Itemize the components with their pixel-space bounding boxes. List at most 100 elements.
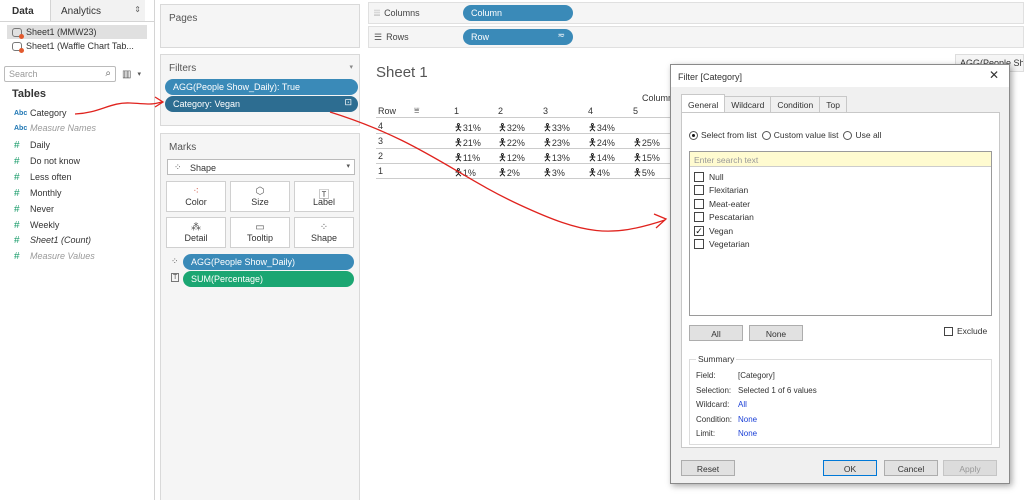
sort-icon[interactable]: ⩸ [414, 105, 419, 116]
marks-card: Marks ⁘ Shape ▾ ⁖ Color ⬡ Size 🅃 Label ⁂… [160, 133, 360, 500]
tab-top[interactable]: Top [819, 96, 847, 112]
tab-data[interactable]: Data [0, 0, 50, 21]
summary-key: Wildcard: [696, 400, 730, 409]
rows-shelf[interactable]: ☰ Rows Row ≂ [368, 26, 1024, 48]
cell-value: 14% [596, 153, 615, 163]
tab-general[interactable]: General [681, 94, 726, 112]
cell-value: 4% [596, 168, 610, 178]
field-daily[interactable]: # Daily [14, 138, 50, 152]
row-label: 1 [378, 166, 384, 176]
value-search-input[interactable]: Enter search text [690, 152, 991, 167]
summary-wildcard-row: Wildcard: All [696, 400, 747, 409]
field-sheet1-count[interactable]: # Sheet1 (Count) [14, 233, 91, 247]
card-menu-arrow-icon[interactable]: ▾ [349, 63, 353, 71]
filter-pill-category-vegan[interactable]: Category: Vegan ⊡ [165, 96, 358, 112]
person-icon: 🯅 [633, 168, 642, 179]
waffle-cell[interactable]: 🯅5% [633, 166, 655, 183]
rows-pill[interactable]: Row ≂ [463, 29, 573, 45]
list-item-null[interactable]: Null [690, 170, 991, 184]
list-item-flexitarian[interactable]: Flexitarian [690, 184, 991, 198]
field-do-not-know[interactable]: # Do not know [14, 154, 80, 168]
cell-value: 5% [641, 168, 655, 178]
waffle-cell[interactable]: 🯅4% [588, 166, 610, 183]
close-icon[interactable]: ✕ [989, 68, 999, 82]
mark-pill-sum-percentage[interactable]: SUM(Percentage) [183, 271, 354, 287]
summary-link[interactable]: All [738, 400, 747, 409]
dialog-title: Filter [Category] [678, 72, 743, 82]
list-item-vegan[interactable]: ✓ Vegan [690, 224, 991, 238]
waffle-cell[interactable]: 🯅1% [454, 166, 476, 183]
color-dots-icon: ⁖ [193, 186, 199, 197]
summary-link[interactable]: None [738, 429, 757, 438]
mark-type-select[interactable]: ⁘ Shape ▾ [167, 159, 355, 175]
field-measure-names[interactable]: Abc Measure Names [14, 121, 96, 135]
columns-pill[interactable]: Column [463, 5, 573, 21]
select-none-button[interactable]: None [749, 325, 803, 341]
col-label-1: 1 [454, 106, 460, 116]
filter-pill-agg-people-show-daily[interactable]: AGG(People Show_Daily): True [165, 79, 358, 95]
columns-icon: ⦙⦙⦙ [374, 8, 381, 18]
tab-analytics-label: Analytics [61, 6, 102, 17]
reset-button[interactable]: Reset [681, 460, 735, 476]
list-item-vegetarian[interactable]: Vegetarian [690, 238, 991, 252]
datasource-label: Sheet1 (MMW23) [26, 27, 97, 37]
summary-key: Condition: [696, 415, 733, 424]
divider [376, 133, 671, 134]
mark-pill-agg-people-show-daily[interactable]: AGG(People Show_Daily) [183, 254, 354, 270]
radio-use-all[interactable]: Use all [843, 130, 881, 140]
person-icon: 🯅 [454, 168, 463, 179]
number-type-icon: # [14, 250, 20, 262]
radio-label: Use all [855, 130, 882, 140]
field-never[interactable]: # Never [14, 202, 54, 216]
view-toggle-icon[interactable]: ▥ [122, 69, 131, 80]
waffle-cell[interactable]: 🯅3% [543, 166, 565, 183]
select-all-button[interactable]: All [689, 325, 743, 341]
summary-limit-row: Limit: None [696, 429, 757, 438]
field-category[interactable]: Abc Category [14, 106, 67, 120]
field-measure-values[interactable]: # Measure Values [14, 249, 95, 263]
columns-shelf[interactable]: ⦙⦙⦙ Columns Column [368, 2, 1024, 24]
marks-detail-button[interactable]: ⁂ Detail [166, 217, 226, 248]
collapse-arrows-icon[interactable]: ⇕ [134, 5, 141, 14]
filters-card[interactable]: Filters ▾ AGG(People Show_Daily): True C… [160, 54, 360, 126]
columns-shelf-label: ⦙⦙⦙ Columns [374, 8, 420, 19]
field-search-input[interactable]: Search ⌕ [4, 66, 116, 82]
field-weekly[interactable]: # Weekly [14, 218, 59, 232]
number-type-icon: # [14, 203, 20, 215]
apply-button[interactable]: Apply [943, 460, 997, 476]
checkbox-icon [694, 198, 704, 209]
sheet-title: Sheet 1 [376, 64, 428, 81]
cell-value: 2% [506, 168, 520, 178]
list-item-pescatarian[interactable]: Pescatarian [690, 211, 991, 225]
annotation-arrowhead [653, 213, 668, 229]
cancel-button[interactable]: Cancel [884, 460, 938, 476]
waffle-cell[interactable]: 🯅2% [498, 166, 520, 183]
marks-shape-button[interactable]: ⁘ Shape [294, 217, 354, 248]
item-label: Pescatarian [709, 212, 754, 223]
tab-condition[interactable]: Condition [770, 96, 821, 112]
ok-button[interactable]: OK [823, 460, 877, 476]
chevron-down-icon: ▾ [346, 163, 350, 170]
marks-size-button[interactable]: ⬡ Size [230, 181, 290, 212]
field-less-often[interactable]: # Less often [14, 170, 72, 184]
pages-card[interactable]: Pages [160, 4, 360, 48]
radio-select-from-list[interactable]: Select from list [689, 130, 757, 140]
search-icon: ⌕ [105, 68, 111, 79]
checkbox-icon [694, 212, 704, 223]
marks-color-button[interactable]: ⁖ Color [166, 181, 226, 212]
tab-analytics[interactable]: Analytics ⇕ [50, 0, 145, 21]
datasource-icon [12, 41, 24, 53]
dialog-titlebar[interactable]: Filter [Category] ✕ [671, 65, 1009, 87]
dropdown-arrow-icon[interactable]: ▾ [137, 70, 141, 78]
marks-tooltip-button[interactable]: ▭ Tooltip [230, 217, 290, 248]
dialog-tabs: General Wildcard Condition Top [681, 94, 847, 112]
tab-wildcard[interactable]: Wildcard [724, 96, 772, 112]
radio-custom-value-list[interactable]: Custom value list [761, 130, 838, 140]
datasource-item-waffle[interactable]: Sheet1 (Waffle Chart Tab... [0, 39, 154, 53]
list-item-meat-eater[interactable]: Meat-eater [690, 197, 991, 211]
summary-link[interactable]: None [738, 415, 757, 424]
marks-label-button[interactable]: 🅃 Label [294, 181, 354, 212]
datasource-item-mmw23[interactable]: Sheet1 (MMW23) [7, 25, 147, 39]
field-monthly[interactable]: # Monthly [14, 186, 62, 200]
exclude-checkbox[interactable]: Exclude [944, 326, 987, 336]
